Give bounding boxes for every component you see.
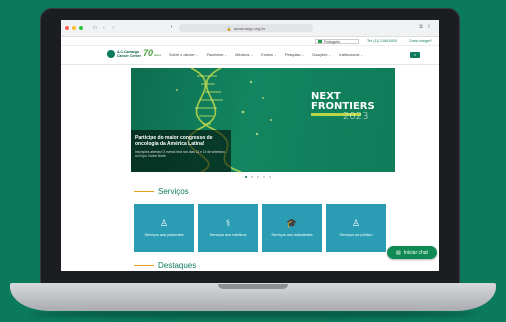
services-title: Serviços (158, 187, 189, 196)
anniversary-logo: 70anos (143, 48, 161, 58)
flag-icon (318, 40, 322, 43)
laptop-notch (218, 284, 288, 289)
next-frontiers-year: 2023 (343, 111, 369, 122)
browser-toolbar: ▭ ‹ › ◐ 🔒 accamargo.org.br ⧉ ⇪ (61, 20, 439, 37)
back-icon[interactable]: ‹ (101, 25, 107, 31)
carousel-dot-3[interactable] (257, 176, 259, 178)
brand-logo-mark (107, 50, 115, 58)
start-chat-label: Iniciar chat (403, 249, 428, 256)
search-icon: ⌕ (413, 52, 417, 57)
brand-logo[interactable]: A.C.Camargo Cancer Center (107, 50, 141, 58)
service-card-students[interactable]: 🎓 Serviços aos estudantes (262, 204, 322, 252)
lock-icon: 🔒 (226, 25, 232, 31)
hero-caption-body: Inscrições abertas! O evento terá nos di… (135, 150, 225, 158)
hero-caption: Participe do maior congresso de oncologi… (131, 130, 231, 172)
service-card-patients[interactable]: ♙ Serviços aos pacientes (134, 204, 194, 252)
language-select-value: Português (324, 39, 340, 44)
nav-item-pacientes[interactable]: Pacientes (207, 53, 228, 57)
nav-item-sobre-o-cancer[interactable]: Sobre o câncer (169, 53, 199, 57)
start-chat-button[interactable]: ▤ Iniciar chat (387, 246, 437, 259)
carousel-dot-2[interactable] (251, 176, 253, 178)
student-icon: 🎓 (286, 217, 298, 228)
close-window-button[interactable] (65, 26, 69, 30)
address-bar[interactable]: 🔒 accamargo.org.br (179, 24, 313, 32)
carousel-dot-5[interactable] (269, 176, 271, 178)
chat-bubble-icon: ▤ (396, 249, 401, 256)
nav-item-medicos[interactable]: Médicos (235, 53, 253, 57)
laptop-screen: ▭ ‹ › ◐ 🔒 accamargo.org.br ⧉ ⇪ Português… (61, 20, 439, 271)
nav-item-pesquisa[interactable]: Pesquisa (285, 53, 305, 57)
anniversary-number: 70 (143, 48, 154, 58)
laptop-shadow (30, 310, 476, 318)
nav-item-doacoes[interactable]: Doações (312, 53, 331, 57)
address-bar-url: accamargo.org.br (233, 25, 266, 31)
nav-menu: Sobre o câncer Pacientes Médicos Ensino … (169, 53, 363, 57)
highlights-heading: Destaques (134, 261, 196, 270)
service-card-public[interactable]: ♙ Serviços ao público (326, 204, 386, 252)
hero-caption-title: Participe do maior congresso de oncologi… (135, 135, 213, 147)
service-card-label: Serviços aos estudantes (271, 232, 313, 237)
carousel-pagination (245, 176, 271, 178)
main-navbar: A.C.Camargo Cancer Center 70anos Sobre o… (61, 46, 439, 65)
service-card-label: Serviços ao público (339, 232, 373, 237)
nav-item-institucional[interactable]: Institucional (339, 53, 363, 57)
directions-link[interactable]: Como chegar? (409, 39, 432, 43)
patient-icon: ♙ (159, 217, 169, 228)
language-select[interactable]: Português (315, 39, 359, 44)
share-icon[interactable]: ⇪ (427, 24, 431, 30)
search-button[interactable]: ⌕ (410, 52, 420, 58)
service-card-doctors[interactable]: ⚕ Serviços aos médicos (198, 204, 258, 252)
next-frontiers-logo: NEXT FRONTIERS (311, 92, 375, 112)
utility-bar: Português Tel: (11) 2189-5000 Como chega… (61, 37, 439, 46)
public-icon: ♙ (351, 217, 361, 228)
section-divider (134, 264, 154, 267)
services-heading: Serviços (134, 187, 189, 196)
anniversary-suffix: anos (154, 53, 162, 57)
hero-banner[interactable]: Participe do maior congresso de oncologi… (131, 68, 395, 172)
highlights-title: Destaques (158, 261, 197, 270)
translate-icon[interactable]: ⧉ (419, 24, 423, 30)
section-divider (134, 190, 154, 193)
forward-icon[interactable]: › (110, 25, 116, 31)
shield-icon[interactable]: ◐ (169, 24, 175, 30)
phone-link[interactable]: Tel: (11) 2189-5000 (367, 39, 397, 43)
zoom-window-button[interactable] (79, 26, 83, 30)
service-card-label: Serviços aos pacientes (144, 232, 184, 237)
nav-item-ensino[interactable]: Ensino (261, 53, 277, 57)
doctor-icon: ⚕ (225, 217, 231, 228)
carousel-dot-1[interactable] (245, 176, 247, 178)
brand-name-line2: Cancer Center (117, 54, 141, 58)
services-cards: ♙ Serviços aos pacientes ⚕ Serviços aos … (134, 204, 386, 252)
browser-actions: ⧉ ⇪ (419, 24, 431, 30)
service-card-label: Serviços aos médicos (209, 232, 247, 237)
minimize-window-button[interactable] (72, 26, 76, 30)
sidebar-icon[interactable]: ▭ (92, 25, 98, 31)
brand-logo-text: A.C.Camargo Cancer Center (117, 50, 141, 58)
carousel-dot-4[interactable] (263, 176, 265, 178)
